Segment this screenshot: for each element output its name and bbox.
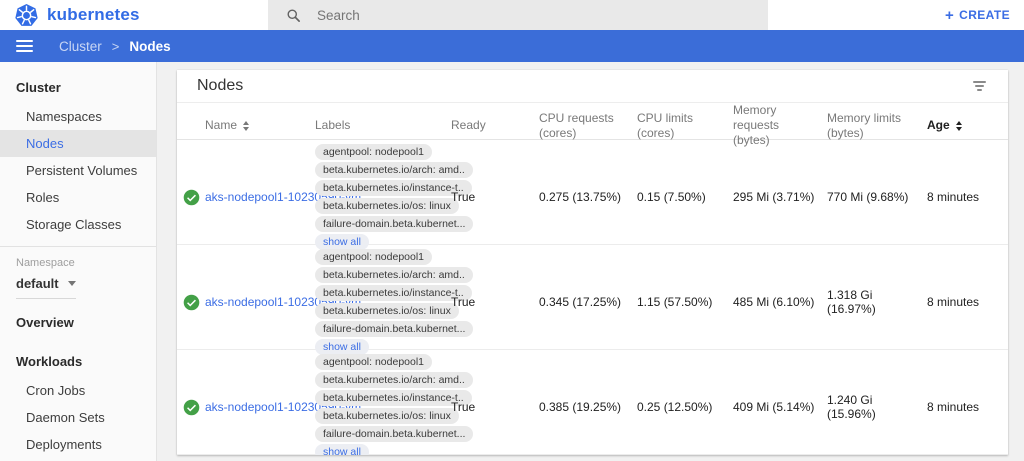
kubernetes-dashboard: kubernetes Search + CREATE Cluster > Nod… xyxy=(0,0,1024,461)
memory-requests-cell: 485 Mi (6.10%) xyxy=(733,295,827,309)
labels-cell: agentpool: nodepool1 beta.kubernetes.io/… xyxy=(315,245,451,359)
label-chip: beta.kubernetes.io/instance-t.. xyxy=(315,285,472,301)
sidebar-item-overview[interactable]: Overview xyxy=(0,303,156,342)
status-cell xyxy=(181,399,205,416)
label-chip: failure-domain.beta.kubernet... xyxy=(315,426,473,442)
cpu-limits-cell: 1.15 (57.50%) xyxy=(637,295,733,309)
ready-cell: True xyxy=(451,400,539,414)
breadcrumb-bar: Cluster > Nodes xyxy=(0,30,1024,62)
top-header: kubernetes Search + CREATE xyxy=(0,0,1024,30)
content-area: Cluster Namespaces Nodes Persistent Volu… xyxy=(0,62,1024,461)
sidebar-item-namespaces[interactable]: Namespaces xyxy=(0,103,156,130)
label-chip: beta.kubernetes.io/arch: amd.. xyxy=(315,267,473,283)
label-chip: failure-domain.beta.kubernet... xyxy=(315,216,473,232)
namespace-select-value: default xyxy=(16,276,59,291)
label-chip: beta.kubernetes.io/arch: amd.. xyxy=(315,372,473,388)
column-memory-requests: Memory requests (bytes) xyxy=(733,103,827,148)
label-chip: beta.kubernetes.io/arch: amd.. xyxy=(315,162,473,178)
column-ready: Ready xyxy=(451,118,539,133)
cpu-limits-cell: 0.15 (7.50%) xyxy=(637,190,733,204)
column-labels: Labels xyxy=(315,118,451,133)
column-age[interactable]: Age xyxy=(927,118,1008,133)
create-button-label: CREATE xyxy=(959,8,1010,22)
sidebar-item-deployments[interactable]: Deployments xyxy=(0,431,156,458)
breadcrumb-current: Nodes xyxy=(129,39,170,54)
plus-icon: + xyxy=(945,8,954,23)
table-header-row: Name Labels Ready CPU requests (cores) C… xyxy=(177,103,1008,140)
ready-cell: True xyxy=(451,190,539,204)
cpu-requests-cell: 0.345 (17.25%) xyxy=(539,295,637,309)
table-row: aks-nodepool1-10230590-vm... agentpool: … xyxy=(177,140,1008,245)
memory-limits-cell: 1.318 Gi (16.97%) xyxy=(827,288,927,316)
cpu-requests-cell: 0.385 (19.25%) xyxy=(539,400,637,414)
menu-icon[interactable] xyxy=(16,40,33,52)
label-chip: agentpool: nodepool1 xyxy=(315,354,432,370)
sidebar-item-roles[interactable]: Roles xyxy=(0,184,156,211)
age-cell: 8 minutes xyxy=(927,295,1008,309)
namespace-select[interactable]: default xyxy=(16,276,76,299)
brand-link[interactable]: kubernetes xyxy=(14,3,140,28)
memory-requests-cell: 409 Mi (5.14%) xyxy=(733,400,827,414)
label-chip: beta.kubernetes.io/os: linux xyxy=(315,303,459,319)
sort-icon xyxy=(956,121,962,131)
cpu-requests-cell: 0.275 (13.75%) xyxy=(539,190,637,204)
label-chip: beta.kubernetes.io/instance-t.. xyxy=(315,180,472,196)
cpu-limits-cell: 0.25 (12.50%) xyxy=(637,400,733,414)
sidebar-item-daemon-sets[interactable]: Daemon Sets xyxy=(0,404,156,431)
status-ok-icon xyxy=(183,189,200,206)
column-cpu-limits: CPU limits (cores) xyxy=(637,111,733,141)
create-button[interactable]: + CREATE xyxy=(945,8,1010,23)
age-cell: 8 minutes xyxy=(927,190,1008,204)
status-ok-icon xyxy=(183,294,200,311)
filter-icon[interactable] xyxy=(969,77,990,95)
chevron-down-icon xyxy=(68,281,76,286)
card-title: Nodes xyxy=(197,77,243,95)
age-cell: 8 minutes xyxy=(927,400,1008,414)
breadcrumb-separator-icon: > xyxy=(112,39,120,54)
breadcrumb-cluster[interactable]: Cluster xyxy=(59,39,102,54)
sidebar-item-storage-classes[interactable]: Storage Classes xyxy=(0,211,156,238)
column-name[interactable]: Name xyxy=(205,118,315,133)
sidebar: Cluster Namespaces Nodes Persistent Volu… xyxy=(0,62,157,461)
labels-cell: agentpool: nodepool1 beta.kubernetes.io/… xyxy=(315,140,451,254)
table-row: aks-nodepool1-10230590-vm... agentpool: … xyxy=(177,245,1008,350)
status-cell xyxy=(181,189,205,206)
brand-text: kubernetes xyxy=(47,5,140,25)
card-header: Nodes xyxy=(177,70,1008,103)
show-all-button[interactable]: show all xyxy=(315,444,369,455)
sidebar-header-workloads[interactable]: Workloads xyxy=(0,342,156,377)
nodes-card: Nodes Name Labels Ready CPU requests (co… xyxy=(177,70,1008,455)
label-chip: beta.kubernetes.io/instance-t.. xyxy=(315,390,472,406)
status-ok-icon xyxy=(183,399,200,416)
memory-limits-cell: 1.240 Gi (15.96%) xyxy=(827,393,927,421)
namespace-label: Namespace xyxy=(0,249,156,269)
label-chip: agentpool: nodepool1 xyxy=(315,144,432,160)
sort-icon xyxy=(243,121,249,131)
label-chip: agentpool: nodepool1 xyxy=(315,249,432,265)
label-chip: failure-domain.beta.kubernet... xyxy=(315,321,473,337)
kubernetes-logo-icon xyxy=(14,3,39,28)
main-panel: Nodes Name Labels Ready CPU requests (co… xyxy=(157,62,1024,461)
memory-limits-cell: 770 Mi (9.68%) xyxy=(827,190,927,204)
labels-cell: agentpool: nodepool1 beta.kubernetes.io/… xyxy=(315,350,451,455)
sidebar-header-cluster[interactable]: Cluster xyxy=(0,68,156,103)
label-chip: beta.kubernetes.io/os: linux xyxy=(315,408,459,424)
search-placeholder: Search xyxy=(317,8,360,23)
sidebar-item-nodes[interactable]: Nodes xyxy=(0,130,156,157)
search-icon xyxy=(286,8,301,23)
sidebar-divider xyxy=(0,246,156,247)
sidebar-item-cron-jobs[interactable]: Cron Jobs xyxy=(0,377,156,404)
label-chip: beta.kubernetes.io/os: linux xyxy=(315,198,459,214)
memory-requests-cell: 295 Mi (3.71%) xyxy=(733,190,827,204)
column-cpu-requests: CPU requests (cores) xyxy=(539,111,637,141)
search-input[interactable]: Search xyxy=(268,0,768,30)
status-cell xyxy=(181,294,205,311)
ready-cell: True xyxy=(451,295,539,309)
column-memory-limits: Memory limits (bytes) xyxy=(827,111,927,141)
sidebar-item-persistent-volumes[interactable]: Persistent Volumes xyxy=(0,157,156,184)
table-row: aks-nodepool1-10230590-vm... agentpool: … xyxy=(177,350,1008,455)
